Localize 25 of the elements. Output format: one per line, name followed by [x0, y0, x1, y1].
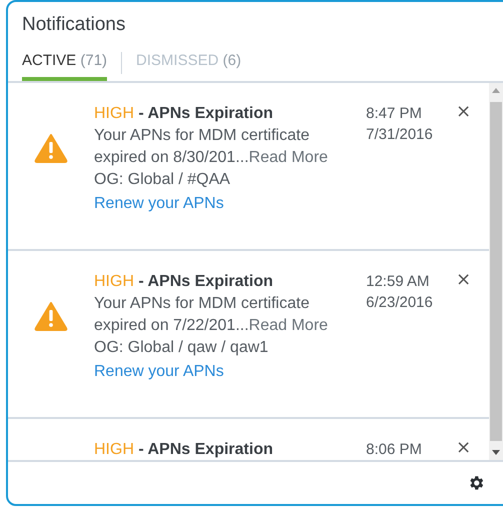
close-button[interactable]: × [456, 271, 472, 289]
notification-title: HIGH - APNs Expiration [94, 440, 274, 460]
notification-time: 8:47 PM [366, 104, 423, 124]
read-more-link[interactable]: Read More [248, 149, 328, 166]
renew-link[interactable]: Renew your APNs [94, 360, 224, 384]
tab[interactable]: DISMISSED (6) [136, 52, 242, 81]
notification-title: HIGH - APNs Expiration [94, 272, 274, 292]
close-button[interactable]: × [456, 103, 472, 121]
scrollbar[interactable] [489, 83, 503, 460]
close-button[interactable]: × [456, 439, 472, 457]
notification-title: HIGH - APNs Expiration [94, 104, 274, 124]
tab[interactable]: ACTIVE (71) [22, 52, 108, 81]
notification-time: 12:59 AM [366, 272, 430, 292]
notification-date: 7/31/2016 [366, 125, 434, 145]
notification-message: Your APNs for MDM certificate expired on 8/30/201...Read More [94, 126, 329, 168]
read-more-link[interactable]: Read More [248, 317, 328, 334]
warning-icon [34, 133, 68, 163]
panel-title: Notifications [22, 14, 126, 36]
notification-date: 6/23/2016 [366, 293, 434, 313]
organization-group: OG: Global / #QAA [94, 169, 362, 191]
organization-group: OG: Global / qaw / qaw1 [94, 337, 362, 359]
warning-icon [34, 301, 68, 331]
notification-time: 8:06 PM [366, 440, 423, 460]
notification-message: Your APNs for MDM certificate expired on 7/22/201...Read More [94, 294, 329, 336]
renew-link[interactable]: Renew your APNs [94, 192, 224, 216]
